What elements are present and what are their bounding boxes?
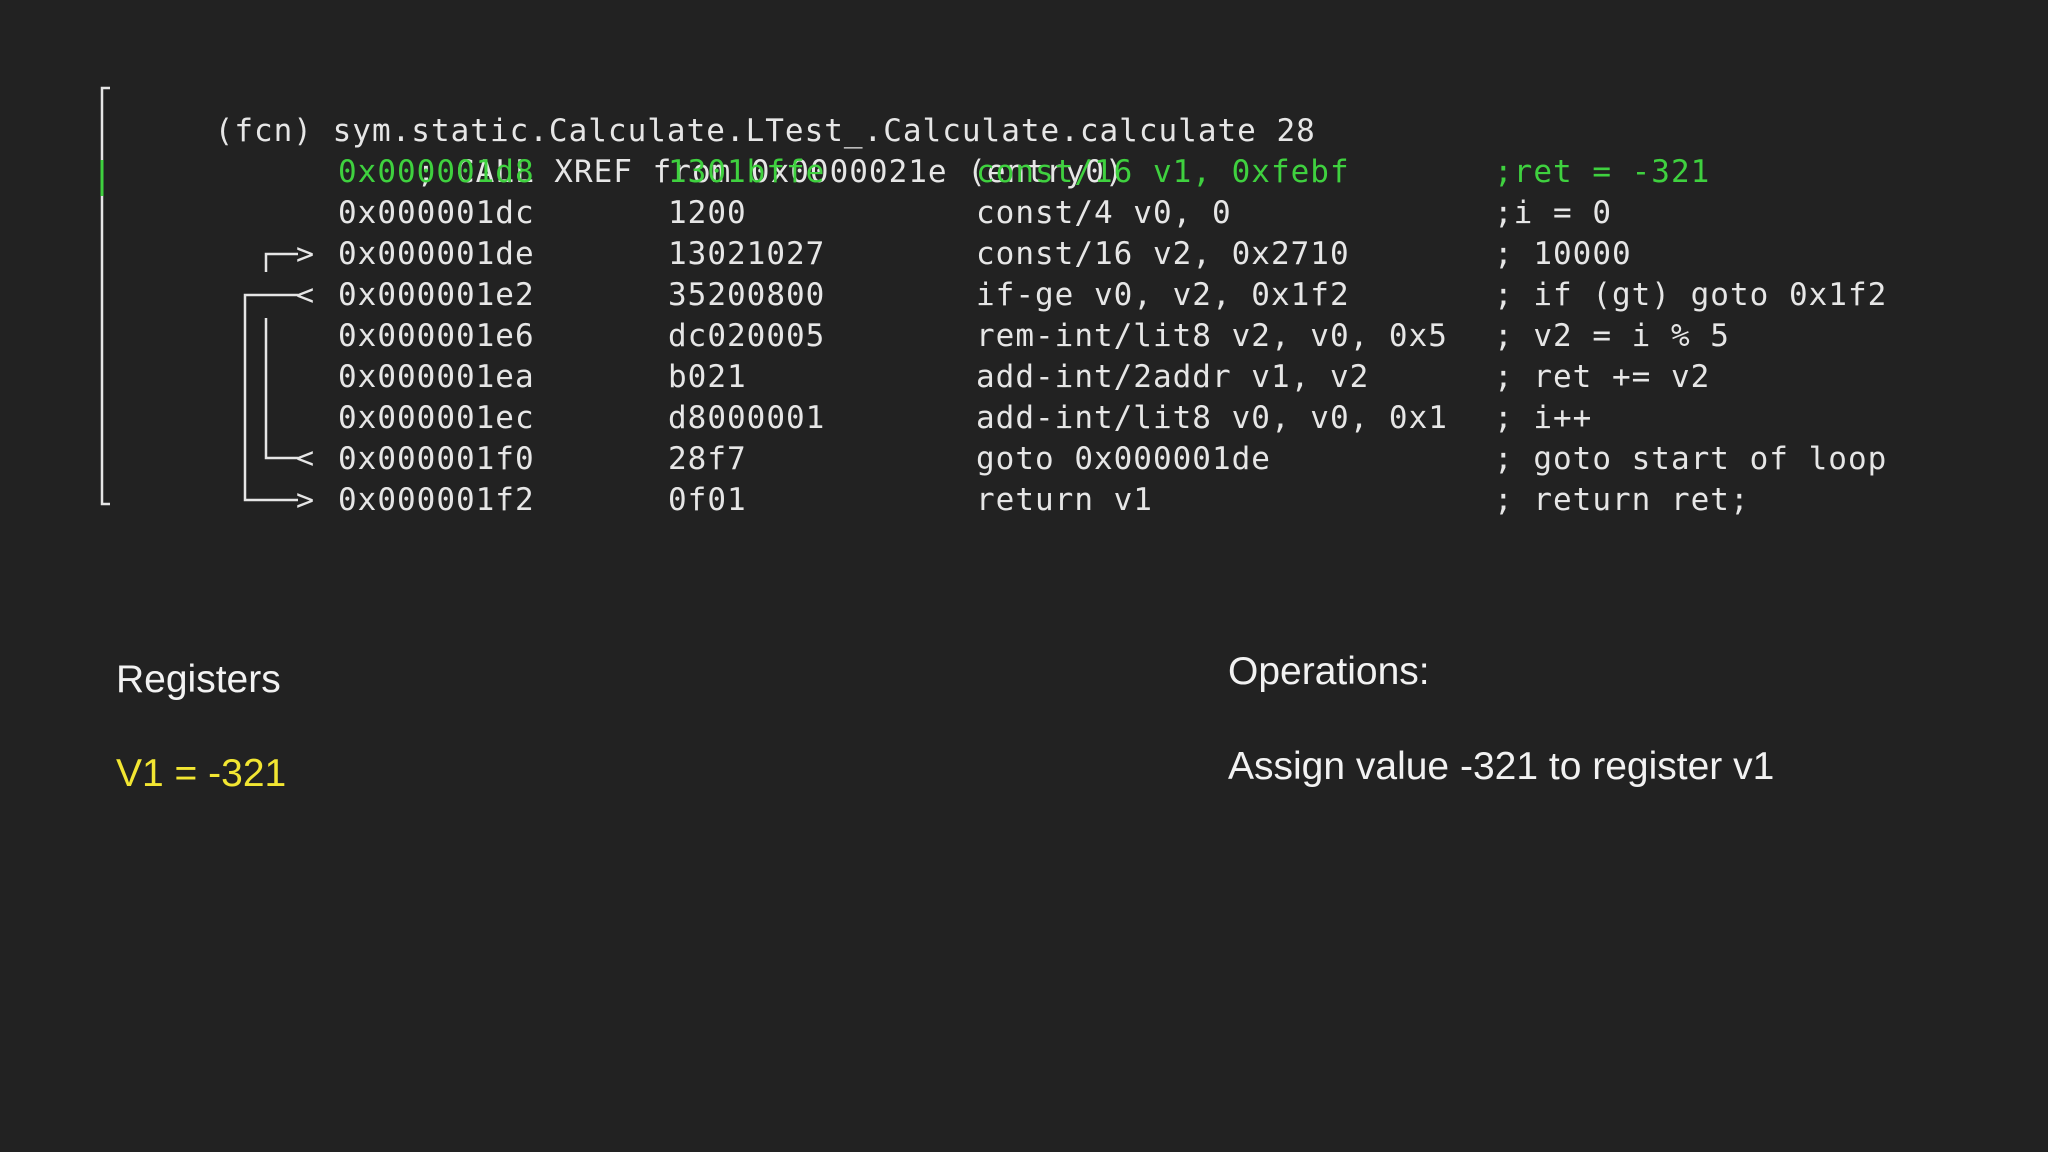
- instruction-comment: ; ret += v2: [1494, 359, 1711, 395]
- slide: > < < > (fcn) sym.static.Calculate.LTest…: [0, 0, 2048, 1152]
- instruction-addr: 0x000001f2: [338, 482, 535, 518]
- operations-text: Assign value -321 to register v1: [1228, 745, 1775, 788]
- registers-title: Registers: [116, 658, 281, 701]
- instruction-instr: rem-int/lit8 v2, v0, 0x5: [976, 318, 1448, 354]
- instruction-bytes: 35200800: [668, 277, 826, 313]
- instruction-bytes: 1200: [668, 195, 747, 231]
- instruction-addr: 0x000001dc: [338, 195, 535, 231]
- operations-title: Operations:: [1228, 650, 1430, 693]
- instruction-addr: 0x000001d8: [338, 154, 535, 190]
- instruction-comment: ; i++: [1494, 400, 1593, 436]
- instruction-row: 0x000001e6 dc020005 rem-int/lit8 v2, v0, 0…: [0, 316, 2048, 357]
- instruction-row: 0x000001f2 0f01 return v1 ; return ret;: [0, 480, 2048, 521]
- instruction-addr: 0x000001e2: [338, 277, 535, 313]
- instruction-row: 0x000001f0 28f7 goto 0x000001de ; goto star…: [0, 439, 2048, 480]
- instruction-instr: add-int/2addr v1, v2: [976, 359, 1370, 395]
- instruction-bytes: 13021027: [668, 236, 826, 272]
- register-value: V1 = -321: [116, 752, 287, 795]
- instruction-instr: const/16 v2, 0x2710: [976, 236, 1350, 272]
- instruction-bytes: d8000001: [668, 400, 826, 436]
- instruction-row: 0x000001d8 1301bffe const/16 v1, 0xfebf ;re…: [0, 152, 2048, 193]
- instruction-comment: ; return ret;: [1494, 482, 1750, 518]
- instruction-instr: const/16 v1, 0xfebf: [976, 154, 1350, 190]
- instruction-row: 0x000001e2 35200800 if-ge v0, v2, 0x1f2 ; i…: [0, 275, 2048, 316]
- instruction-addr: 0x000001de: [338, 236, 535, 272]
- instruction-comment: ; goto start of loop: [1494, 441, 1888, 477]
- instruction-instr: return v1: [976, 482, 1153, 518]
- instruction-row: 0x000001dc 1200 const/4 v0, 0 ;i = 0: [0, 193, 2048, 234]
- instruction-bytes: 1301bffe: [668, 154, 826, 190]
- instruction-comment: ; if (gt) goto 0x1f2: [1494, 277, 1888, 313]
- instruction-row: 0x000001ec d8000001 add-int/lit8 v0, v0, 0…: [0, 398, 2048, 439]
- instruction-comment: ; v2 = i % 5: [1494, 318, 1730, 354]
- function-header: (fcn) sym.static.Calculate.LTest_.Calcul…: [136, 70, 1316, 149]
- instruction-addr: 0x000001f0: [338, 441, 535, 477]
- instruction-comment: ;ret = -321: [1494, 154, 1711, 190]
- instruction-bytes: 0f01: [668, 482, 747, 518]
- instruction-comment: ;i = 0: [1494, 195, 1612, 231]
- instruction-row: 0x000001ea b021 add-int/2addr v1, v2 ; ret …: [0, 357, 2048, 398]
- xref-line: ; CALL XREF from 0x0000021e (entry0): [338, 111, 1125, 190]
- instruction-bytes: dc020005: [668, 318, 826, 354]
- instruction-addr: 0x000001e6: [338, 318, 535, 354]
- instruction-bytes: b021: [668, 359, 747, 395]
- instruction-instr: if-ge v0, v2, 0x1f2: [976, 277, 1350, 313]
- instruction-bytes: 28f7: [668, 441, 747, 477]
- instruction-row: 0x000001de 13021027 const/16 v2, 0x2710 ; 1…: [0, 234, 2048, 275]
- instruction-addr: 0x000001ea: [338, 359, 535, 395]
- instruction-instr: add-int/lit8 v0, v0, 0x1: [976, 400, 1448, 436]
- instruction-instr: goto 0x000001de: [976, 441, 1271, 477]
- instruction-instr: const/4 v0, 0: [976, 195, 1232, 231]
- instruction-comment: ; 10000: [1494, 236, 1632, 272]
- instruction-addr: 0x000001ec: [338, 400, 535, 436]
